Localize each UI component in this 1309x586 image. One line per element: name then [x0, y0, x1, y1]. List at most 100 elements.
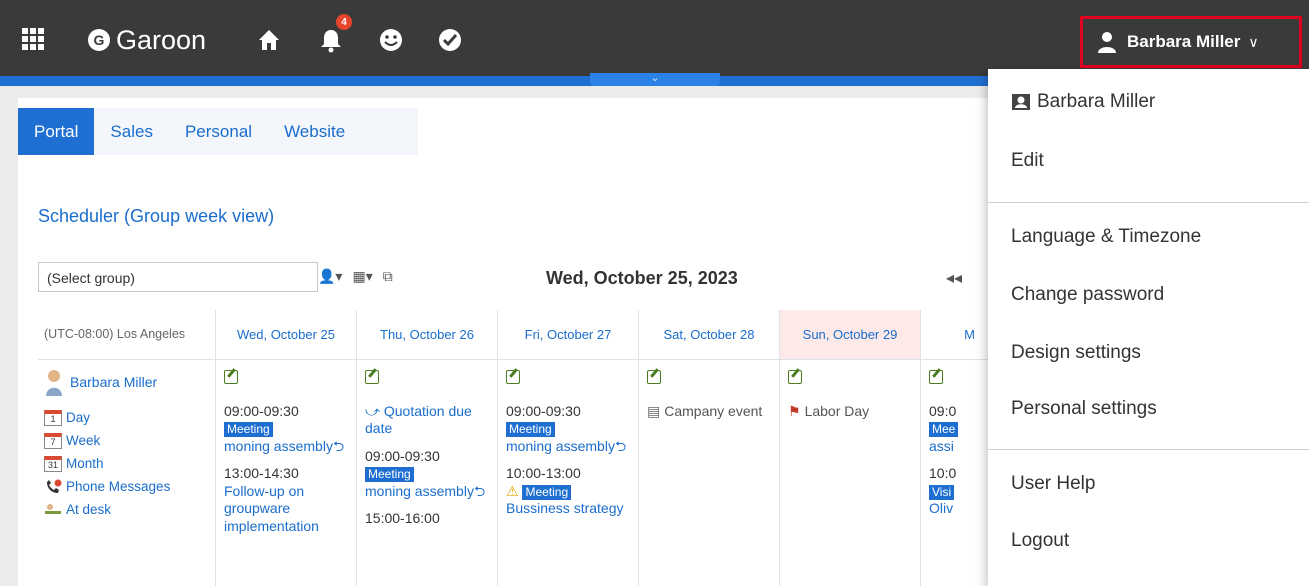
link-day-label: Day — [66, 410, 91, 425]
tab-portal[interactable]: Portal — [18, 108, 95, 155]
day-header[interactable]: Sun, October 29 — [780, 310, 920, 360]
event-title[interactable]: Follow-up on groupware implementation — [224, 483, 348, 536]
add-schedule-icon[interactable] — [365, 370, 379, 384]
day-cell[interactable]: ▤ Campany event — [639, 360, 779, 430]
day-cell[interactable]: ⤻ Quotation due date 09:00-09:30 Meeting… — [357, 360, 497, 538]
calendar-week-icon: 7 — [44, 432, 62, 449]
current-date: Wed, October 25, 2023 — [546, 268, 738, 288]
tab-website[interactable]: Website — [268, 108, 361, 155]
link-at-desk[interactable]: At desk — [44, 498, 209, 521]
warning-icon: ⚠ — [506, 482, 519, 499]
day-column: Wed, October 25 09:00-09:30 Meeting moni… — [216, 310, 357, 586]
event-title[interactable]: moning assembly⮌ — [506, 438, 630, 456]
event-time: 09:00-09:30 — [506, 402, 581, 419]
avatar — [46, 370, 62, 396]
event-title[interactable]: Labor Day — [805, 403, 870, 421]
user-icon — [1098, 32, 1116, 53]
timezone-label: (UTC-08:00) Los Angeles — [38, 310, 215, 360]
profile-card-icon — [1012, 94, 1030, 110]
garoon-logo[interactable]: G Garoon — [88, 25, 206, 55]
desk-icon — [45, 503, 61, 514]
day-cell[interactable]: ⚑ Labor Day — [780, 360, 920, 430]
menu-item-logout[interactable]: Logout — [1011, 530, 1069, 552]
event-title[interactable]: moning assembly⮌ — [365, 483, 489, 501]
event-tag: Visi — [929, 484, 955, 500]
event-tag: Meeting — [506, 422, 555, 437]
event-time: 09:00-09:30 — [365, 447, 440, 464]
event-title[interactable]: Campany event — [664, 403, 762, 421]
add-schedule-icon[interactable] — [224, 370, 238, 384]
menu-item-edit[interactable]: Edit — [1011, 150, 1044, 172]
user-select-icon[interactable]: 👤▾ — [318, 268, 342, 285]
notification-badge: 4 — [336, 14, 352, 30]
phone-icon — [47, 479, 62, 493]
selector-icons: 👤▾ ▦▾ ⧉ — [318, 268, 393, 285]
link-day[interactable]: 1 Day — [44, 406, 209, 429]
day-header[interactable]: Thu, October 26 — [357, 310, 497, 360]
flag-icon: ⚑ — [788, 402, 801, 419]
facility-select-icon[interactable]: ▦▾ — [352, 268, 372, 285]
app-grid-icon[interactable] — [22, 28, 44, 50]
link-phone-messages[interactable]: Phone Messages — [44, 475, 209, 498]
link-week-label: Week — [66, 433, 101, 448]
event-time: 15:00-16:00 — [365, 510, 440, 526]
tab-personal[interactable]: Personal — [169, 108, 268, 155]
scheduler-title[interactable]: Scheduler (Group week view) — [38, 206, 274, 227]
group-select[interactable]: (Select group) — [38, 262, 318, 292]
link-week[interactable]: 7 Week — [44, 429, 209, 452]
day-column: Sun, October 29 ⚑ Labor Day — [780, 310, 921, 586]
link-at-desk-label: At desk — [66, 502, 112, 517]
user-dropdown-menu: Barbara Miller Edit Language & Timezone … — [988, 69, 1309, 586]
day-column: Sat, October 28 ▤ Campany event — [639, 310, 780, 586]
popup-window-icon[interactable]: ⧉ — [383, 268, 393, 285]
event-tag: Mee — [929, 422, 959, 437]
chevron-down-icon: ⌄ — [650, 72, 660, 84]
portal-main: Portal Sales Personal Website Scheduler … — [18, 98, 1018, 586]
event-calendar-icon: ▤ — [647, 402, 661, 419]
schedule-user-name: Barbara Miller — [70, 374, 158, 390]
add-schedule-icon[interactable] — [506, 370, 520, 384]
day-header[interactable]: Wed, October 25 — [216, 310, 356, 360]
link-phone-label: Phone Messages — [66, 479, 171, 494]
event-tag: Meeting — [224, 422, 273, 437]
menu-divider — [988, 202, 1309, 203]
link-month-label: Month — [66, 456, 104, 471]
user-name: Barbara Miller — [1127, 32, 1241, 51]
bell-icon[interactable] — [318, 27, 344, 53]
portal-tabs: Portal Sales Personal Website — [18, 108, 418, 155]
calendar-day-icon: 1 — [44, 409, 62, 426]
user-menu-button[interactable]: Barbara Miller ∨ — [1080, 16, 1302, 68]
user-column: (UTC-08:00) Los Angeles Barbara Miller 1… — [38, 310, 216, 586]
menu-item-personal-settings[interactable]: Personal settings — [1011, 398, 1157, 420]
event-tag: Meeting — [365, 467, 414, 482]
smile-icon[interactable] — [378, 27, 404, 53]
day-cell[interactable]: 09:00-09:30 Meeting moning assembly⮌ 10:… — [498, 360, 638, 528]
calendar-month-icon: 31 — [44, 455, 62, 472]
menu-divider — [988, 449, 1309, 450]
menu-item-profile[interactable]: Barbara Miller — [1011, 91, 1155, 113]
day-column: Thu, October 26 ⤻ Quotation due date 09:… — [357, 310, 498, 586]
event-title[interactable]: ⤻ Quotation due date — [365, 403, 489, 438]
menu-item-user-help[interactable]: User Help — [1011, 473, 1095, 495]
menu-item-design-settings[interactable]: Design settings — [1011, 342, 1141, 364]
event-title[interactable]: moning assembly⮌ — [224, 438, 348, 456]
menu-item-language-timezone[interactable]: Language & Timezone — [1011, 226, 1201, 248]
day-header[interactable]: Fri, October 27 — [498, 310, 638, 360]
check-icon[interactable] — [437, 27, 463, 53]
add-schedule-icon[interactable] — [929, 370, 943, 384]
add-schedule-icon[interactable] — [788, 370, 802, 384]
day-cell[interactable]: 09:00-09:30 Meeting moning assembly⮌ 13:… — [216, 360, 356, 545]
home-icon[interactable] — [256, 27, 282, 53]
tab-sales[interactable]: Sales — [94, 108, 169, 155]
day-column: Fri, October 27 09:00-09:30 Meeting moni… — [498, 310, 639, 586]
day-header[interactable]: Sat, October 28 — [639, 310, 779, 360]
event-time: 09:00-09:30 — [224, 402, 299, 419]
menu-item-change-password[interactable]: Change password — [1011, 284, 1164, 306]
event-title[interactable]: Bussiness strategy — [506, 500, 630, 518]
link-month[interactable]: 31 Month — [44, 452, 209, 475]
schedule-user[interactable]: Barbara Miller — [44, 368, 209, 396]
prev-week-icon[interactable]: ◂◂ — [946, 268, 962, 288]
schedule-grid: (UTC-08:00) Los Angeles Barbara Miller 1… — [38, 310, 1018, 586]
header-collapse-toggle[interactable]: ⌄ — [590, 72, 720, 86]
add-schedule-icon[interactable] — [647, 370, 661, 384]
